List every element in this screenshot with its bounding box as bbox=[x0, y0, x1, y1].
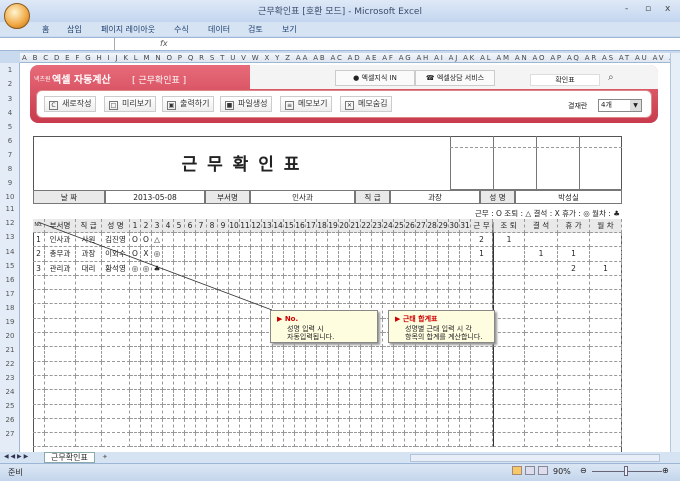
zoom-slider-thumb[interactable] bbox=[624, 466, 628, 476]
preview-icon: □ bbox=[109, 101, 118, 110]
button-label: 메모숨김 bbox=[358, 99, 388, 108]
memo-button[interactable]: ≡ 메모보기 bbox=[280, 96, 333, 112]
page-break-icon[interactable] bbox=[538, 466, 548, 475]
sheet-nav-arrows[interactable]: ◀ ◀ ▶ ▶ bbox=[4, 453, 28, 460]
triangle-icon: ▶ bbox=[277, 315, 285, 323]
horizontal-scrollbar[interactable] bbox=[410, 454, 660, 462]
file-button[interactable]: ■ 파일생성 bbox=[220, 96, 273, 112]
callout-line-no bbox=[37, 221, 273, 311]
callout-text: 자동입력됩니다. bbox=[287, 333, 335, 341]
status-ready: 준비 bbox=[8, 468, 23, 477]
ribbon-tab[interactable]: 수식 bbox=[174, 24, 189, 35]
button-label: 메모보기 bbox=[298, 99, 328, 108]
callout-totals: ▶ 근태 합계표 성명별 근태 입력 시 각 항목의 합계를 계산합니다. bbox=[388, 310, 495, 343]
callout-leaders bbox=[37, 221, 494, 311]
memo-hide-button[interactable]: ✕ 메모숨김 bbox=[340, 96, 393, 112]
refresh-icon: C bbox=[49, 101, 58, 110]
print-icon: ▣ bbox=[167, 101, 176, 110]
callout-text: 항목의 합계를 계산합니다. bbox=[405, 333, 483, 341]
memo-icon: ≡ bbox=[285, 101, 294, 110]
sheet-tab[interactable]: 근무확인표 bbox=[44, 452, 95, 463]
refresh-button[interactable]: C 새로작성 bbox=[44, 96, 97, 112]
ribbon-tab[interactable]: 검토 bbox=[248, 24, 263, 35]
button-label: 새로작성 bbox=[62, 99, 92, 108]
print-button[interactable]: ▣ 출력하기 bbox=[162, 96, 215, 112]
insert-sheet-icon[interactable]: ✦ bbox=[102, 453, 108, 461]
ribbon-tab[interactable]: 데이터 bbox=[208, 24, 230, 35]
office-button[interactable] bbox=[4, 3, 30, 29]
ribbon-tab[interactable]: 페이지 레이아웃 bbox=[101, 24, 155, 35]
callout-no: ▶ No. 성명 입력 시 자동입력됩니다. bbox=[270, 310, 378, 343]
ribbon-tab[interactable]: 홈 bbox=[42, 24, 49, 35]
preview-button[interactable]: □ 미리보기 bbox=[104, 96, 157, 112]
memo-hide-icon: ✕ bbox=[345, 101, 354, 110]
callout-title: 근태 합계표 bbox=[402, 315, 438, 323]
normal-view-icon[interactable] bbox=[512, 466, 522, 475]
page-layout-icon[interactable] bbox=[525, 466, 535, 475]
ribbon-tab[interactable]: 보기 bbox=[282, 24, 297, 35]
file-icon: ■ bbox=[225, 101, 234, 110]
triangle-icon: ▶ bbox=[395, 315, 403, 323]
zoom-out-icon[interactable]: ⊖ bbox=[580, 466, 587, 475]
zoom-level: 90% bbox=[553, 467, 571, 476]
button-label: 미리보기 bbox=[122, 99, 152, 108]
callout-title: No. bbox=[284, 315, 299, 323]
button-label: 출력하기 bbox=[180, 99, 210, 108]
status-bar bbox=[0, 463, 680, 481]
zoom-in-icon[interactable]: ⊕ bbox=[662, 466, 669, 475]
button-label: 파일생성 bbox=[238, 99, 268, 108]
ribbon-tab[interactable]: 삽입 bbox=[67, 24, 82, 35]
